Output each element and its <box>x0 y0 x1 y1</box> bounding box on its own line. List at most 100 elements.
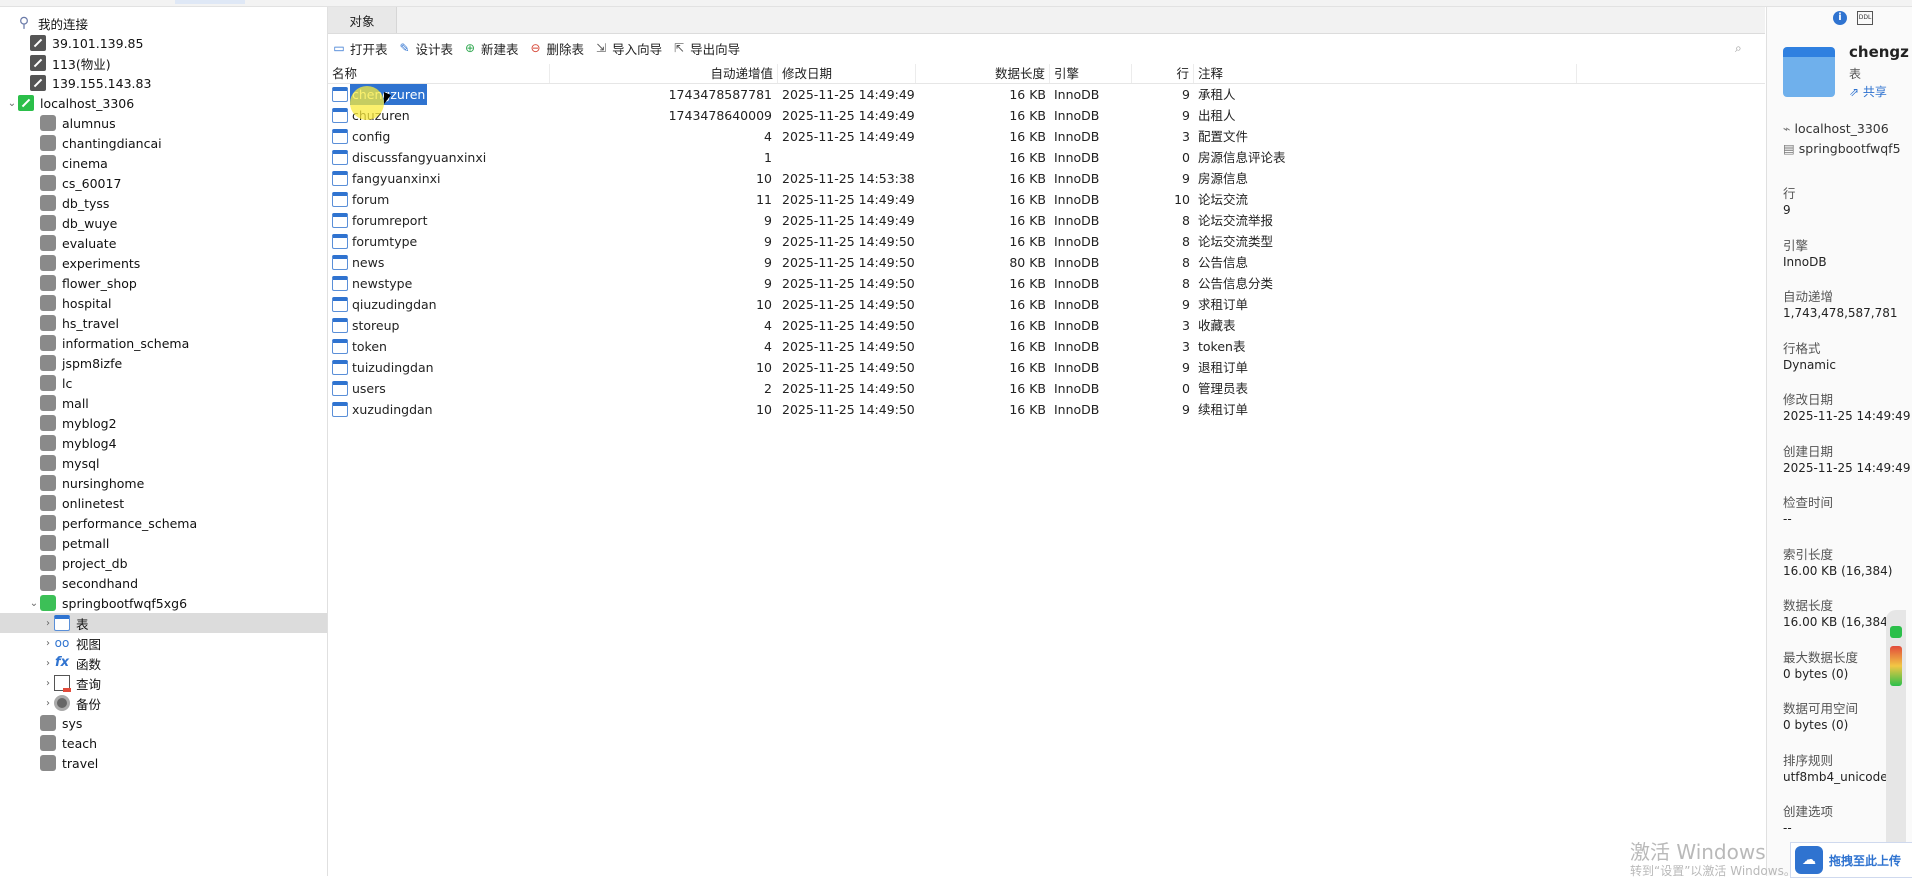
tree-database[interactable]: hospital <box>0 293 327 313</box>
column-header-modified[interactable]: 修改日期 <box>778 64 916 83</box>
cell-name[interactable]: qiuzudingdan <box>328 294 550 315</box>
tree-database[interactable]: secondhand <box>0 573 327 593</box>
chevron-down-icon[interactable]: ⌄ <box>28 593 40 613</box>
tree-db-node[interactable]: › fx 函数 <box>0 653 327 673</box>
new-table-button[interactable]: ⊕ 新建表 <box>459 37 523 59</box>
tree-database[interactable]: onlinetest <box>0 493 327 513</box>
tree-item-label: lc <box>62 375 73 391</box>
table-row[interactable]: storeup 4 2025-11-25 14:49:50 16 KB InnoDB 3 收… <box>328 315 1765 336</box>
table-row[interactable]: news 9 2025-11-25 14:49:50 80 KB InnoDB 8 公告信息 <box>328 252 1765 273</box>
table-row[interactable]: forumreport 9 2025-11-25 14:49:49 16 KB Inno… <box>328 210 1765 231</box>
table-row[interactable]: chengzuren 1743478587781 2025-11-25 14:49:… <box>328 84 1765 105</box>
column-header-rows[interactable]: 行 <box>1132 64 1194 83</box>
tree-database[interactable]: myblog2 <box>0 413 327 433</box>
tree-database[interactable]: experiments <box>0 253 327 273</box>
tree-database[interactable]: alumnus <box>0 113 327 133</box>
tree-db-node[interactable]: › 表 <box>0 613 327 633</box>
tree-database[interactable]: hs_travel <box>0 313 327 333</box>
table-row[interactable]: xuzudingdan 10 2025-11-25 14:49:50 16 KB Inn… <box>328 399 1765 420</box>
tree-database[interactable]: ⌄ springbootfwqf5xg6 <box>0 593 327 613</box>
table-row[interactable]: config 4 2025-11-25 14:49:49 16 KB InnoDB 3 配置… <box>328 126 1765 147</box>
tree-database[interactable]: flower_shop <box>0 273 327 293</box>
cursor-highlight <box>350 86 384 120</box>
column-header-comment[interactable]: 注释 <box>1194 64 1577 83</box>
tree-database[interactable]: performance_schema <box>0 513 327 533</box>
column-header-auto-increment[interactable]: 自动递增值 <box>550 64 778 83</box>
table-row[interactable]: qiuzudingdan 10 2025-11-25 14:49:50 16 KB In… <box>328 294 1765 315</box>
table-row[interactable]: chuzuren 1743478640009 2025-11-25 14:49:49… <box>328 105 1765 126</box>
column-header-engine[interactable]: 引擎 <box>1050 64 1132 83</box>
connection-tree[interactable]: ⚲ 我的连接 39.101.139.85 113(物业) 139.155.143.83 ⌄… <box>0 7 328 876</box>
tree-database[interactable]: petmall <box>0 533 327 553</box>
design-table-button[interactable]: ✎ 设计表 <box>394 37 458 59</box>
delete-table-button[interactable]: ⊖ 删除表 <box>525 37 589 59</box>
tree-database[interactable]: evaluate <box>0 233 327 253</box>
cell-engine: InnoDB <box>1054 108 1100 123</box>
share-link[interactable]: ⇗ 共享 <box>1849 83 1887 100</box>
chevron-right-icon[interactable]: › <box>42 693 54 713</box>
table-row[interactable]: discussfangyuanxinxi 1 16 KB InnoDB 0 房源信息评论表 <box>328 147 1765 168</box>
cell-name[interactable]: forumtype <box>328 231 550 252</box>
table-row[interactable]: forumtype 9 2025-11-25 14:49:50 16 KB InnoDB… <box>328 231 1765 252</box>
chevron-right-icon[interactable]: › <box>42 653 54 673</box>
table-row[interactable]: fangyuanxinxi 10 2025-11-25 14:53:38 16 KB I… <box>328 168 1765 189</box>
cell-name[interactable]: tuizudingdan <box>328 357 550 378</box>
cell-name[interactable]: newstype <box>328 273 550 294</box>
export-wizard-button[interactable]: ⇱ 导出向导 <box>668 37 744 59</box>
tab-objects[interactable]: 对象 <box>328 7 397 33</box>
tree-database[interactable]: myblog4 <box>0 433 327 453</box>
tree-database[interactable]: project_db <box>0 553 327 573</box>
tree-database[interactable]: mall <box>0 393 327 413</box>
cell-name[interactable]: forumreport <box>328 210 550 231</box>
tree-database[interactable]: teach <box>0 733 327 753</box>
table-header: 名称 自动递增值 修改日期 数据长度 引擎 行 注释 <box>328 64 1765 84</box>
chevron-right-icon[interactable]: › <box>42 633 54 653</box>
tree-database[interactable]: lc <box>0 373 327 393</box>
search-icon[interactable]: ⌕ <box>1735 41 1747 55</box>
tree-database[interactable]: jspm8izfe <box>0 353 327 373</box>
tree-database[interactable]: information_schema <box>0 333 327 353</box>
tree-root-my-connections[interactable]: ⚲ 我的连接 <box>0 13 327 33</box>
tree-db-node[interactable]: › 备份 <box>0 693 327 713</box>
chevron-down-icon[interactable]: ⌄ <box>6 93 18 113</box>
tree-database[interactable]: cinema <box>0 153 327 173</box>
table-row[interactable]: tuizudingdan 10 2025-11-25 14:49:50 16 KB In… <box>328 357 1765 378</box>
ddl-icon[interactable]: DDL <box>1857 11 1873 25</box>
floating-monitor-widget[interactable] <box>1886 610 1906 876</box>
import-wizard-button[interactable]: ⇲ 导入向导 <box>590 37 666 59</box>
tree-connection-localhost[interactable]: ⌄ localhost_3306 <box>0 93 327 113</box>
tree-connection[interactable]: 39.101.139.85 <box>0 33 327 53</box>
tree-connection[interactable]: 113(物业) <box>0 53 327 73</box>
tree-database[interactable]: travel <box>0 753 327 773</box>
cell-name[interactable]: news <box>328 252 550 273</box>
open-table-button[interactable]: ▭ 打开表 <box>328 37 392 59</box>
cell-name[interactable]: users <box>328 378 550 399</box>
tree-db-node[interactable]: › 查询 <box>0 673 327 693</box>
table-row[interactable]: forum 11 2025-11-25 14:49:49 16 KB InnoDB 10 论… <box>328 189 1765 210</box>
chevron-right-icon[interactable]: › <box>42 673 54 693</box>
column-header-name[interactable]: 名称 <box>328 64 550 83</box>
column-header-data-length[interactable]: 数据长度 <box>916 64 1050 83</box>
cell-name[interactable]: config <box>328 126 550 147</box>
cell-name[interactable]: discussfangyuanxinxi <box>328 147 550 168</box>
tree-connection[interactable]: 139.155.143.83 <box>0 73 327 93</box>
tree-database[interactable]: sys <box>0 713 327 733</box>
cell-name[interactable]: xuzudingdan <box>328 399 550 420</box>
cell-name[interactable]: storeup <box>328 315 550 336</box>
info-icon[interactable]: i <box>1833 11 1847 25</box>
cell-name[interactable]: fangyuanxinxi <box>328 168 550 189</box>
tree-database[interactable]: cs_60017 <box>0 173 327 193</box>
table-row[interactable]: newstype 9 2025-11-25 14:49:50 16 KB InnoDB 8… <box>328 273 1765 294</box>
chevron-right-icon[interactable]: › <box>42 613 54 633</box>
tree-database[interactable]: nursinghome <box>0 473 327 493</box>
cell-name[interactable]: token <box>328 336 550 357</box>
tree-db-node[interactable]: › oo 视图 <box>0 633 327 653</box>
table-row[interactable]: token 4 2025-11-25 14:49:50 16 KB InnoDB 3 tok… <box>328 336 1765 357</box>
tree-database[interactable]: db_wuye <box>0 213 327 233</box>
table-row[interactable]: users 2 2025-11-25 14:49:50 16 KB InnoDB 0 管理员… <box>328 378 1765 399</box>
tree-database[interactable]: chantingdiancai <box>0 133 327 153</box>
tree-database[interactable]: mysql <box>0 453 327 473</box>
tree-database[interactable]: db_tyss <box>0 193 327 213</box>
drag-upload-button[interactable]: ☁ 拖拽至此上传 <box>1790 842 1912 878</box>
cell-name[interactable]: forum <box>328 189 550 210</box>
